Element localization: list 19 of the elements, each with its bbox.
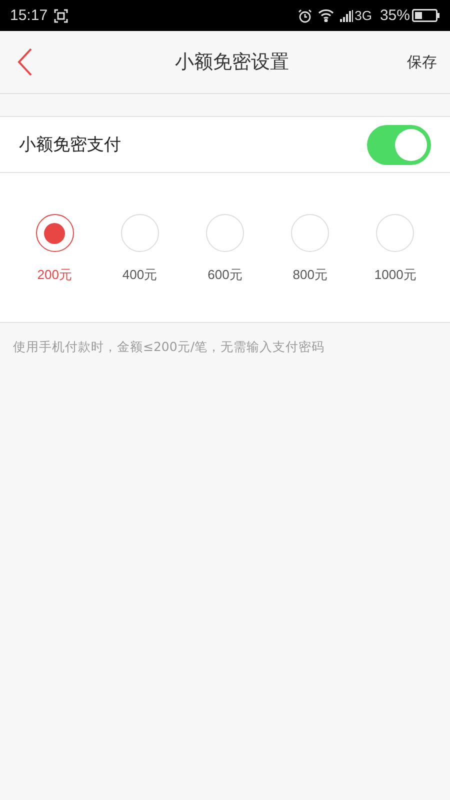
setting-label: 小额免密支付 (19, 134, 121, 156)
hint-text: 使用手机付款时，金额≤200元/笔，无需输入支付密码 (13, 339, 325, 354)
amount-label: 200元 (37, 266, 72, 284)
clock-time: 15:17 (10, 7, 48, 24)
amount-label: 1000元 (374, 266, 416, 284)
screenshot-icon (54, 8, 68, 22)
battery-percent: 35% (380, 7, 410, 24)
wifi-icon (318, 9, 334, 22)
battery-icon (412, 9, 440, 22)
radio-button[interactable] (36, 214, 74, 252)
network-type: 3G (354, 8, 372, 23)
alarm-icon (298, 8, 312, 22)
amount-label: 600元 (208, 266, 242, 284)
page-title: 小额免密设置 (175, 50, 289, 75)
save-button[interactable]: 保存 (407, 52, 437, 72)
amount-label: 400元 (122, 266, 158, 284)
toggle-switch[interactable] (367, 124, 431, 164)
amount-label: 800元 (292, 266, 328, 284)
signal-icon (340, 10, 354, 22)
